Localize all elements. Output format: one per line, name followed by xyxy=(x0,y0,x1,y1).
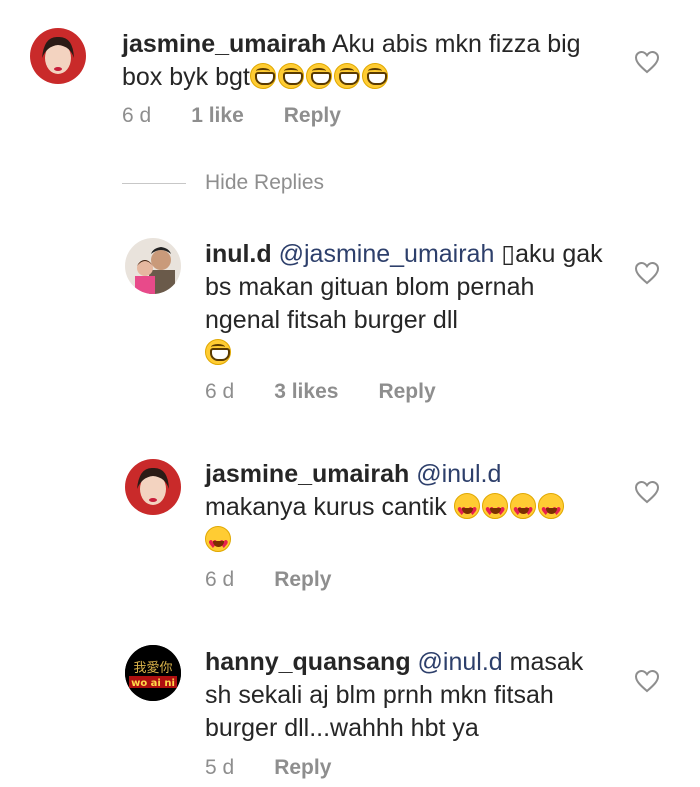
reply-username[interactable]: hanny_quansang xyxy=(205,648,411,676)
emoji-heart-eyes xyxy=(481,493,508,528)
reply-button[interactable]: Reply xyxy=(284,104,341,128)
reply-meta: 6 d 3 likes Reply xyxy=(205,380,436,404)
heart-outline-icon[interactable] xyxy=(634,669,660,693)
emoji-grinning-squint xyxy=(277,63,304,89)
reply-meta: 5 d Reply xyxy=(205,756,331,780)
hide-replies-button[interactable]: Hide Replies xyxy=(205,171,324,195)
comment-time: 6 d xyxy=(122,104,152,127)
avatar[interactable] xyxy=(30,28,86,84)
likes-count-button[interactable]: 1 like xyxy=(191,104,244,128)
avatar-badge-chars: 我愛你 xyxy=(133,661,172,676)
comment-meta: 6 d 1 like Reply xyxy=(122,104,341,128)
reply-time: 5 d xyxy=(205,756,235,779)
reply-button[interactable]: Reply xyxy=(274,568,331,592)
emoji-heart-eyes xyxy=(537,493,564,528)
emoji-heart-eyes xyxy=(509,493,536,528)
reply-button[interactable]: Reply xyxy=(274,756,331,780)
reply-mention-link[interactable]: @inul.d xyxy=(418,648,503,676)
reply-time: 6 d xyxy=(205,568,235,591)
reply-mention-link[interactable]: @inul.d xyxy=(416,460,501,488)
reply-time: 6 d xyxy=(205,380,235,403)
reply-text: makanya kurus cantik xyxy=(205,493,447,521)
heart-outline-icon[interactable] xyxy=(634,261,660,285)
avatar[interactable]: 我愛你 wo ai ni xyxy=(125,645,181,701)
emoji-grinning-squint xyxy=(305,63,332,89)
reply-username[interactable]: jasmine_umairah xyxy=(205,460,409,488)
emoji-grinning-squint xyxy=(205,339,231,365)
comment-username[interactable]: jasmine_umairah xyxy=(122,30,326,58)
replies-divider xyxy=(122,183,186,184)
heart-outline-icon[interactable] xyxy=(634,50,660,74)
emoji-grinning-squint xyxy=(249,63,276,89)
emoji-heart-eyes xyxy=(205,526,231,561)
avatar-badge-text: wo ai ni xyxy=(131,678,175,689)
emoji-heart-eyes xyxy=(453,493,480,528)
likes-count-button[interactable]: 3 likes xyxy=(274,380,338,404)
emoji-grinning-squint xyxy=(361,63,388,89)
emoji-grinning-squint xyxy=(333,63,360,89)
reply-mention-link[interactable]: @jasmine_umairah xyxy=(279,240,495,268)
reply-username[interactable]: inul.d xyxy=(205,240,272,268)
heart-outline-icon[interactable] xyxy=(634,480,660,504)
reply-meta: 6 d Reply xyxy=(205,568,331,592)
avatar[interactable] xyxy=(125,238,181,294)
avatar[interactable] xyxy=(125,459,181,515)
reply-button[interactable]: Reply xyxy=(378,380,435,404)
